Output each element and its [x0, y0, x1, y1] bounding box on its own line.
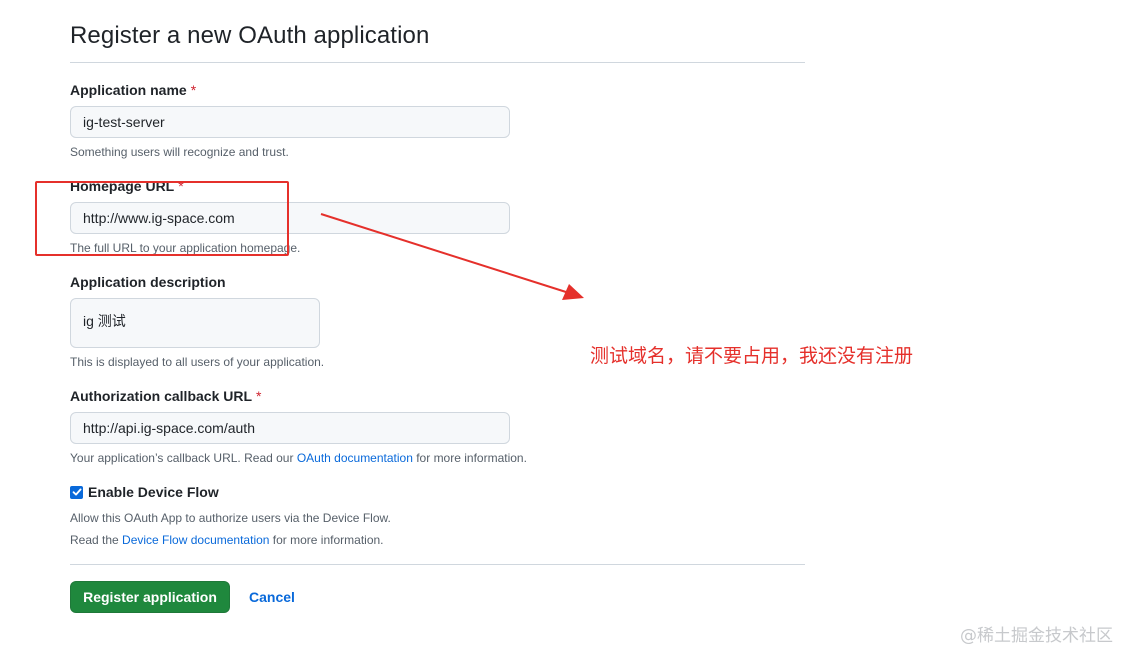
callback-note-text-after: for more information.	[412, 451, 527, 465]
device-flow-documentation-link[interactable]: Device Flow documentation	[122, 533, 269, 547]
description-textarea[interactable]: ig 测试	[70, 298, 320, 348]
callback-note-text: Your application’s callback URL. Read ou…	[70, 451, 297, 465]
annotation-text: 测试域名，请不要占用，我还没有注册	[590, 345, 914, 367]
actions-divider	[70, 564, 805, 565]
oauth-documentation-link[interactable]: OAuth documentation	[297, 451, 413, 465]
device-flow-note-text: Read the	[70, 533, 123, 547]
callback-url-note: Your application’s callback URL. Read ou…	[70, 451, 527, 465]
required-marker: *	[256, 388, 262, 404]
cancel-button[interactable]: Cancel	[249, 589, 295, 605]
description-label-text: Application description	[70, 274, 226, 290]
app-name-label-text: Application name	[70, 82, 187, 98]
description-label: Application description	[70, 274, 226, 290]
check-icon	[72, 488, 81, 496]
page-title: Register a new OAuth application	[70, 22, 430, 49]
device-flow-label[interactable]: Enable Device Flow	[88, 484, 219, 500]
app-name-input[interactable]	[70, 106, 510, 138]
title-divider	[70, 62, 805, 63]
required-marker: *	[190, 82, 197, 98]
watermark: @稀土掘金技术社区	[960, 626, 1113, 646]
app-name-note: Something users will recognize and trust…	[70, 145, 289, 159]
device-flow-row: Enable Device Flow	[70, 484, 219, 500]
device-flow-note-1: Allow this OAuth App to authorize users …	[70, 511, 391, 525]
app-name-label: Application name *	[70, 82, 196, 98]
callback-url-input[interactable]	[70, 412, 510, 444]
device-flow-note-2: Read the Device Flow documentation for m…	[70, 533, 384, 547]
annotation-highlight-box	[35, 181, 289, 256]
callback-url-label: Authorization callback URL *	[70, 388, 261, 404]
register-application-button[interactable]: Register application	[70, 581, 230, 613]
device-flow-checkbox[interactable]	[70, 485, 83, 499]
callback-url-label-text: Authorization callback URL	[70, 388, 253, 404]
device-flow-note-text-after: for more information.	[269, 533, 384, 547]
description-note: This is displayed to all users of your a…	[70, 355, 325, 369]
